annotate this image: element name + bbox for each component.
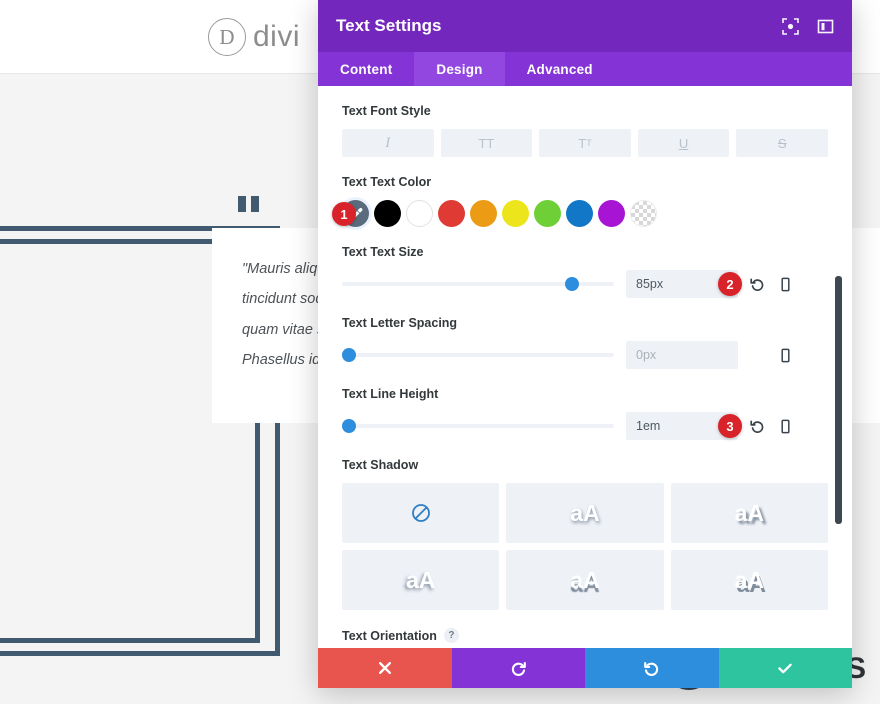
save-button[interactable] [718, 648, 852, 688]
responsive-icon[interactable] [778, 348, 793, 363]
underline-button[interactable]: U [637, 129, 730, 157]
no-shadow-icon [411, 504, 430, 522]
shadow-hard[interactable]: aA [670, 550, 828, 610]
quote-card-right: "Ma tinci quam Pha [852, 228, 880, 423]
check-icon [778, 663, 792, 674]
letter-spacing-slider[interactable] [342, 346, 614, 364]
letter-spacing-icons [750, 348, 793, 363]
modal-title: Text Settings [336, 16, 442, 35]
letter-spacing-label: Text Letter Spacing [342, 316, 458, 330]
undo-button[interactable] [451, 648, 585, 688]
responsive-icon[interactable] [778, 277, 793, 292]
smallcaps-glyph: T [578, 135, 587, 151]
text-shadow-label: Text Shadow [342, 458, 419, 472]
slider-handle[interactable] [342, 419, 356, 433]
text-settings-modal: Text Settings Content Design Advanced Te… [318, 0, 852, 688]
responsive-icon[interactable] [778, 419, 793, 434]
modal-header-actions [782, 17, 834, 35]
swatch-orange[interactable] [470, 200, 497, 227]
swatch-yellow[interactable] [502, 200, 529, 227]
smallcaps-sub-glyph: T [586, 138, 592, 148]
italic-button[interactable]: I [342, 129, 434, 157]
help-icon[interactable]: ? [443, 628, 459, 643]
underline-glyph: U [678, 135, 689, 151]
modal-footer [318, 648, 852, 688]
swatch-white[interactable] [406, 200, 433, 227]
smallcaps-button[interactable]: TT [539, 129, 631, 157]
shadow-left[interactable]: aA [342, 550, 500, 610]
text-color-label: Text Text Color [342, 175, 432, 189]
line-height-slider[interactable] [342, 417, 614, 435]
slider-track [342, 353, 614, 357]
quote-text-right: "Ma tinci quam Pha [852, 228, 880, 402]
swatch-blue[interactable] [566, 200, 593, 227]
modal-scrollbar-thumb[interactable] [835, 276, 842, 524]
strikethrough-button[interactable]: S [736, 129, 828, 157]
letter-spacing-row [342, 341, 828, 369]
undo-icon [511, 661, 526, 676]
text-orientation-label-text: Text Orientation [342, 628, 437, 643]
swatch-purple[interactable] [598, 200, 625, 227]
reset-icon[interactable] [750, 419, 765, 434]
badge-3: 3 [718, 414, 742, 438]
strikethrough-glyph: S [777, 135, 787, 151]
divi-logo-text: divi [253, 20, 301, 53]
cancel-button[interactable] [318, 648, 452, 688]
slider-handle[interactable] [342, 348, 356, 362]
redo-icon [644, 661, 659, 676]
color-swatch-row: 1 [332, 200, 828, 227]
shadow-soft-down[interactable]: aA [506, 483, 664, 543]
slider-handle[interactable] [565, 277, 580, 291]
text-shadow-grid: aA aA aA aA aA [342, 483, 828, 610]
line-height-row: 3 [342, 412, 828, 440]
tab-advanced[interactable]: Advanced [505, 52, 615, 86]
shadow-diagonal[interactable]: aA [670, 483, 828, 543]
tab-content[interactable]: Content [318, 52, 414, 86]
modal-header: Text Settings [318, 0, 852, 52]
letter-spacing-value[interactable] [626, 341, 738, 369]
layout-panel-icon[interactable] [817, 18, 834, 35]
quote-mark-icon [238, 196, 259, 212]
swatch-black[interactable] [374, 200, 401, 227]
modal-body: Text Font Style I TT TT U S Text Text Co… [318, 86, 852, 648]
slider-track [342, 424, 614, 428]
text-shadow-group: Text Shadow aA aA aA aA aA [342, 458, 828, 610]
reset-icon[interactable] [750, 277, 765, 292]
italic-glyph: I [385, 134, 391, 151]
line-height-icons [750, 419, 793, 434]
tab-design[interactable]: Design [414, 52, 505, 86]
line-height-label: Text Line Height [342, 387, 439, 401]
modal-tabs: Content Design Advanced [318, 52, 852, 86]
uppercase-button[interactable]: TT [440, 129, 533, 157]
text-orientation-group: Text Orientation ? 4 [342, 628, 828, 648]
text-size-slider[interactable] [342, 275, 614, 293]
swatch-red[interactable] [438, 200, 465, 227]
text-size-icons [750, 277, 793, 292]
letter-spacing-group: Text Letter Spacing [342, 316, 828, 369]
font-style-group: Text Font Style I TT TT U S [342, 104, 828, 157]
font-style-label: Text Font Style [342, 104, 431, 118]
badge-2: 2 [718, 272, 742, 296]
modal-scrollbar-track[interactable] [835, 86, 847, 648]
color-picker-swatch[interactable]: 1 [332, 200, 369, 227]
text-size-row: 2 [342, 270, 828, 298]
swatch-transparent[interactable] [630, 200, 657, 227]
font-style-row: I TT TT U S [342, 129, 828, 157]
text-orientation-label: Text Orientation ? [342, 628, 828, 643]
focus-icon[interactable] [782, 17, 799, 35]
divi-logo-mark: D [208, 18, 246, 56]
shadow-bottom[interactable]: aA [506, 550, 664, 610]
shadow-none[interactable] [342, 483, 500, 543]
close-icon [378, 662, 391, 674]
text-size-group: Text Text Size 2 [342, 245, 828, 298]
redo-button[interactable] [585, 648, 719, 688]
swatch-green[interactable] [534, 200, 561, 227]
badge-1: 1 [332, 202, 356, 226]
uppercase-glyph: TT [478, 135, 495, 151]
divi-logo: D divi [208, 18, 300, 56]
text-color-group: Text Text Color 1 [332, 175, 828, 227]
line-height-group: Text Line Height 3 [342, 387, 828, 440]
text-size-label: Text Text Size [342, 245, 424, 259]
